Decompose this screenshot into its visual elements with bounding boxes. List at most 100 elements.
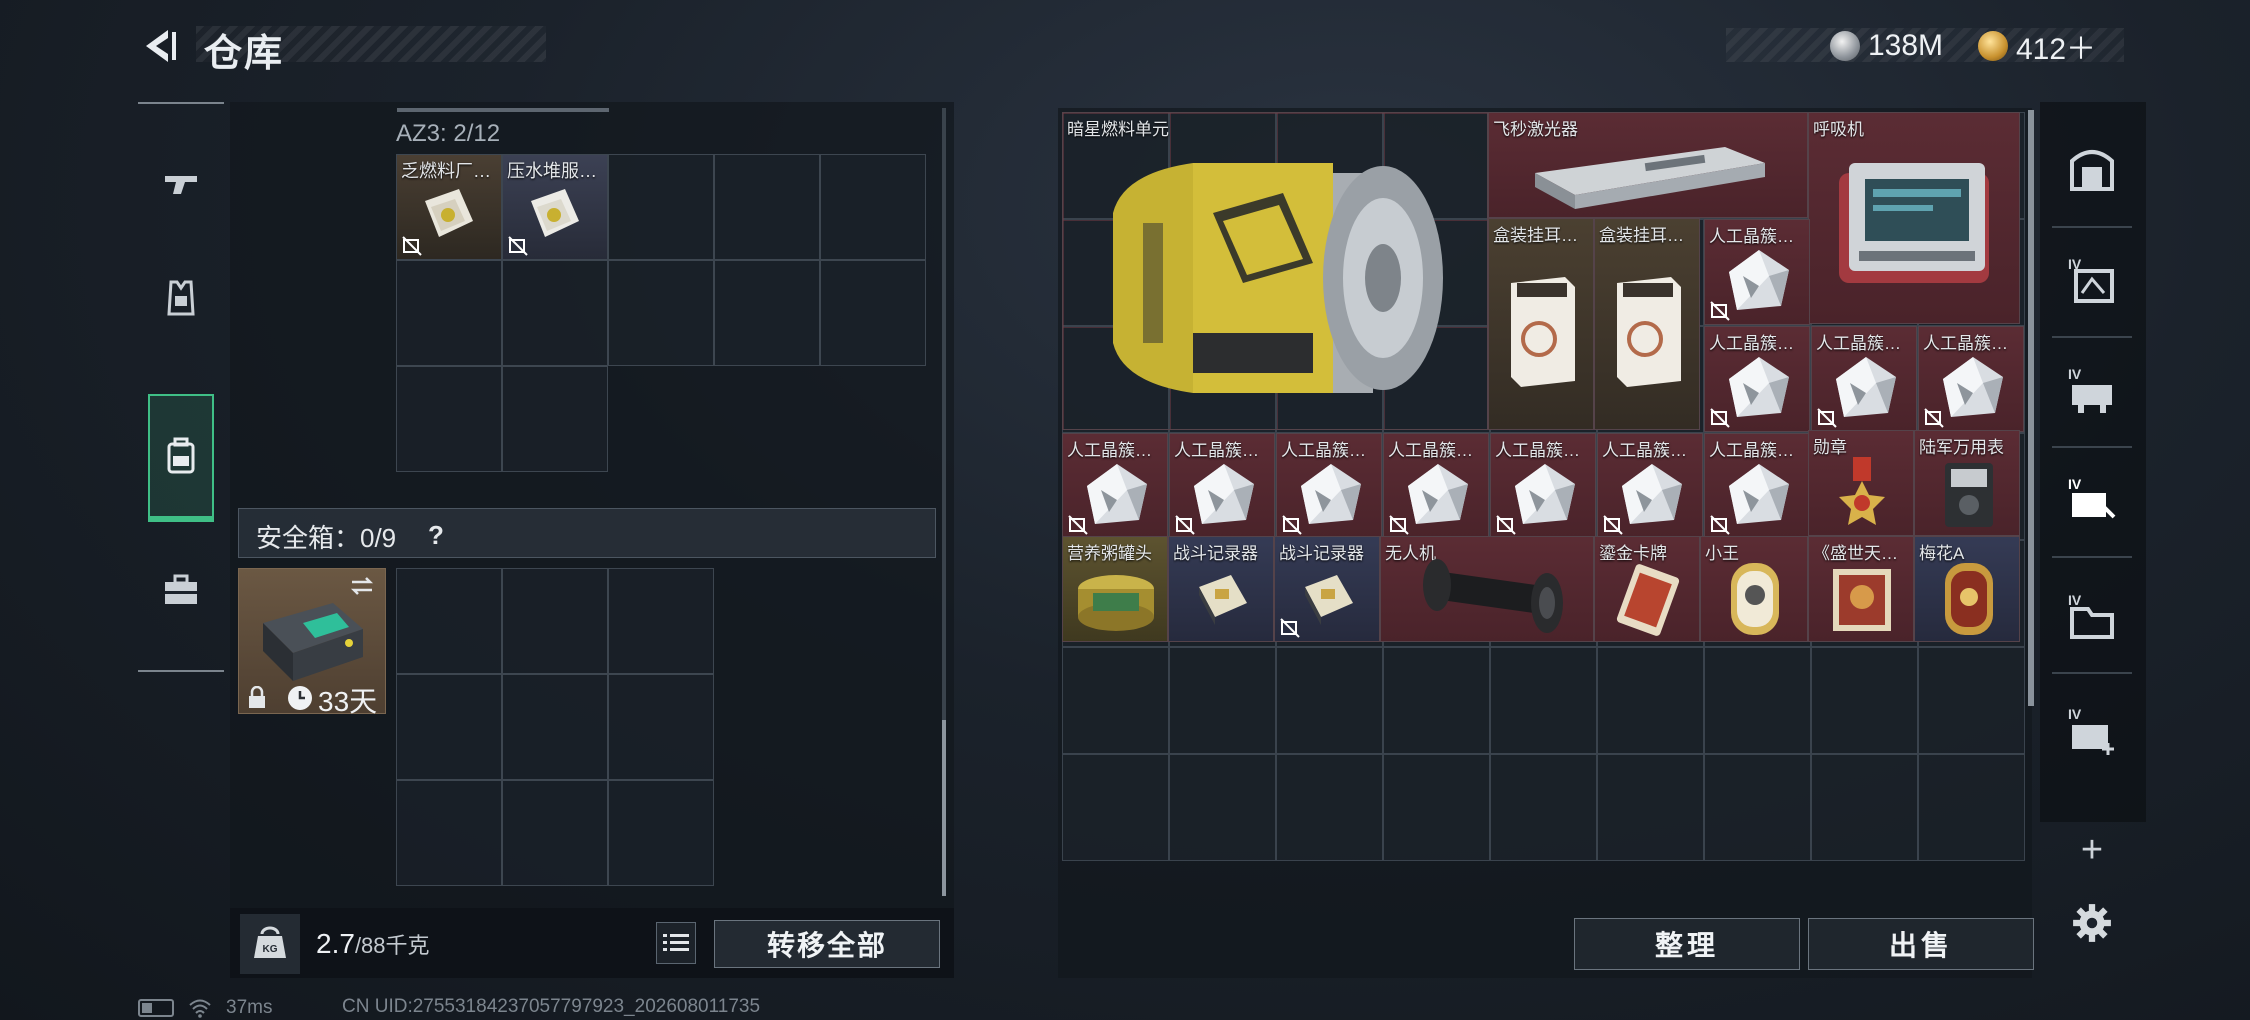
inventory-slot[interactable]	[714, 260, 820, 366]
stash-item-femtosecond-laser[interactable]: 飞秒激光器	[1488, 112, 1808, 218]
category-backpack[interactable]	[148, 394, 214, 522]
stash-item-artificial-crystal[interactable]: 人工晶簇…	[1169, 433, 1275, 539]
stash-slot[interactable]	[1383, 647, 1490, 754]
container-iv-icon: IV	[2068, 476, 2116, 519]
inventory-slot[interactable]: 乏燃料厂…	[396, 154, 502, 260]
safe-slot[interactable]	[396, 568, 502, 674]
stash-slot[interactable]	[1062, 754, 1169, 861]
stash-slot[interactable]	[1169, 647, 1276, 754]
category-weapons[interactable]	[148, 124, 214, 244]
stash-item-artificial-crystal[interactable]: 人工晶簇…	[1811, 326, 1917, 432]
safe-slot[interactable]	[396, 780, 502, 886]
stash-item-artificial-crystal[interactable]: 人工晶簇…	[1597, 433, 1703, 539]
inventory-slot[interactable]	[714, 154, 820, 260]
stash-item-dark-star-fuel-cell[interactable]: 暗星燃料单元	[1062, 112, 1488, 430]
sort-button[interactable]: 整理	[1574, 918, 1800, 970]
container-iv-icon: IV	[2068, 706, 2114, 755]
back-button[interactable]	[138, 24, 182, 68]
stash-slot[interactable]	[1276, 647, 1383, 754]
inventory-slot[interactable]	[608, 154, 714, 260]
stash-item-painting[interactable]: 《盛世天…	[1808, 536, 1914, 642]
safe-slot[interactable]	[608, 568, 714, 674]
reactor-bag-icon	[531, 189, 579, 237]
stash-slot[interactable]	[1276, 754, 1383, 861]
stash-item-army-multimeter[interactable]: 陆军万用表	[1914, 430, 2020, 536]
category-armor[interactable]	[148, 238, 214, 358]
no-trade-icon	[508, 236, 528, 256]
inventory-slot[interactable]	[396, 260, 502, 366]
container-slot-4[interactable]: IV	[2052, 572, 2132, 662]
stash-item-ace-of-clubs[interactable]: 梅花A	[1914, 536, 2020, 642]
item-name: 战斗记录器	[1173, 544, 1258, 563]
inventory-slot[interactable]	[396, 366, 502, 472]
category-toolbox[interactable]	[148, 530, 214, 650]
safe-slot[interactable]	[608, 780, 714, 886]
safe-slot[interactable]	[502, 780, 608, 886]
stash-slot[interactable]	[1597, 754, 1704, 861]
stash-slot[interactable]	[1704, 754, 1811, 861]
silver-currency[interactable]: 138M	[1830, 26, 1943, 66]
inventory-slot[interactable]	[820, 260, 926, 366]
stash-slot[interactable]	[1704, 647, 1811, 754]
stash-item-combat-recorder[interactable]: 战斗记录器	[1168, 536, 1274, 642]
container-slot-3[interactable]: IV	[2052, 456, 2132, 546]
stash-slot[interactable]	[1169, 754, 1276, 861]
safe-slot[interactable]	[502, 568, 608, 674]
safe-slot[interactable]	[396, 674, 502, 780]
inventory-slot[interactable]	[502, 366, 608, 472]
stash-slot[interactable]	[1490, 754, 1597, 861]
help-button[interactable]: ?	[428, 520, 444, 551]
stash-slot[interactable]	[1062, 647, 1169, 754]
stash-item-canned-porridge[interactable]: 营养粥罐头	[1062, 536, 1168, 642]
stash-item-drip-coffee-box[interactable]: 盒装挂耳…	[1594, 218, 1700, 430]
stash-slot[interactable]	[1811, 647, 1918, 754]
stash-item-joker-card[interactable]: 小王	[1700, 536, 1808, 642]
stash-scrollbar[interactable]	[2028, 110, 2034, 706]
stash-slot[interactable]	[1383, 754, 1490, 861]
sell-button[interactable]: 出售	[1808, 918, 2034, 970]
stash-slot[interactable]	[1490, 647, 1597, 754]
stash-slot[interactable]	[1811, 754, 1918, 861]
safe-slot[interactable]	[608, 674, 714, 780]
no-trade-icon	[1817, 408, 1837, 428]
stash-item-artificial-crystal[interactable]: 人工晶簇…	[1062, 433, 1168, 539]
list-view-button[interactable]	[656, 922, 696, 964]
stash-item-drip-coffee-box[interactable]: 盒装挂耳…	[1488, 218, 1594, 430]
transfer-all-button[interactable]: 转移全部	[714, 920, 940, 968]
inventory-slot[interactable]	[502, 260, 608, 366]
stash-item-gilded-card[interactable]: 鎏金卡牌	[1594, 536, 1700, 642]
stash-slot[interactable]	[1918, 754, 2025, 861]
stash-item-artificial-crystal[interactable]: 人工晶簇…	[1918, 326, 2024, 432]
swap-icon[interactable]	[348, 574, 376, 598]
stash-item-artificial-crystal[interactable]: 人工晶簇…	[1704, 326, 1810, 432]
stash-item-artificial-crystal[interactable]: 人工晶簇…	[1383, 433, 1489, 539]
stash-item-artificial-crystal[interactable]: 人工晶簇…	[1276, 433, 1382, 539]
container-slot-1[interactable]: IV	[2052, 236, 2132, 326]
add-container-button[interactable]: +	[2052, 829, 2132, 871]
crystal-icon	[1301, 464, 1361, 524]
inventory-slot[interactable]	[608, 260, 714, 366]
gold-currency[interactable]: 412＋	[1978, 26, 2096, 66]
stash-item-artificial-crystal[interactable]: 人工晶簇…	[1490, 433, 1596, 539]
inventory-slot[interactable]	[820, 154, 926, 260]
safe-slot[interactable]	[502, 674, 608, 780]
stash-item-artificial-crystal[interactable]: 人工晶簇…	[1704, 219, 1810, 325]
scrollbar-thumb[interactable]	[942, 720, 946, 896]
settings-button[interactable]	[2052, 896, 2132, 950]
stash-slot[interactable]	[1918, 647, 2025, 754]
no-trade-icon	[1280, 618, 1300, 638]
item-name: 人工晶簇…	[1923, 334, 2008, 353]
container-vault[interactable]	[2052, 124, 2132, 214]
stash-item-ventilator[interactable]: 呼吸机	[1808, 112, 2020, 324]
divider	[2052, 226, 2132, 228]
container-slot-2[interactable]: IV	[2052, 346, 2132, 436]
stash-item-drone[interactable]: 无人机	[1380, 536, 1594, 642]
item-name: 呼吸机	[1813, 120, 1864, 139]
stash-item-combat-recorder[interactable]: 战斗记录器	[1274, 536, 1380, 642]
inventory-slot[interactable]: 压水堆服…	[502, 154, 608, 260]
stash-item-artificial-crystal[interactable]: 人工晶簇…	[1704, 433, 1810, 539]
container-slot-5[interactable]: IV	[2052, 686, 2132, 776]
stash-slot[interactable]	[1597, 647, 1704, 754]
crystal-icon	[1515, 464, 1575, 524]
stash-item-medal[interactable]: 勋章	[1808, 430, 1914, 536]
